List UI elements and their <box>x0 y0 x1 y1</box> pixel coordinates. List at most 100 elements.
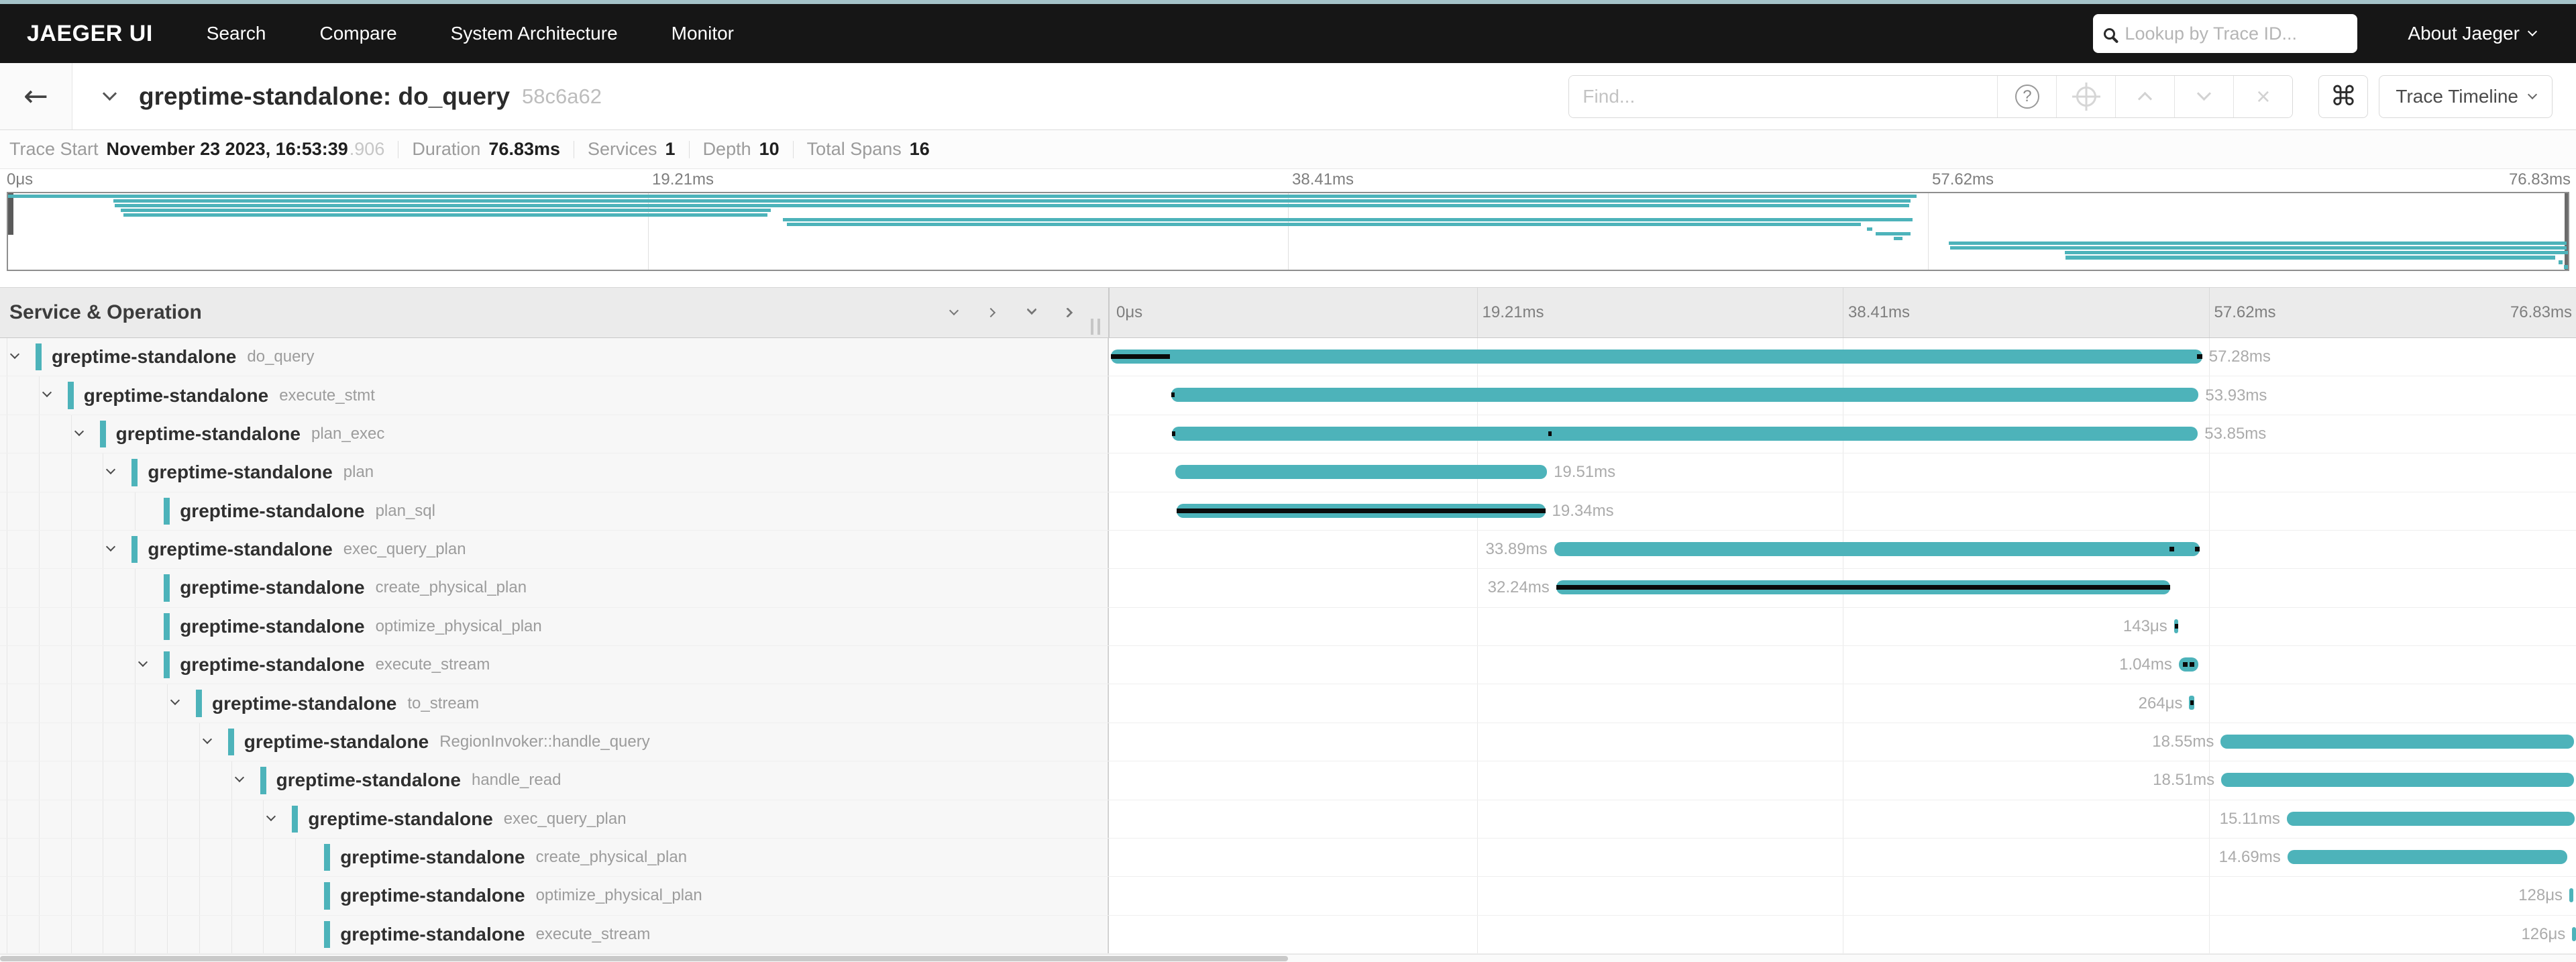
nav-item-search[interactable]: Search <box>207 23 266 44</box>
span-color-accent <box>260 767 266 794</box>
find-input[interactable] <box>1569 76 1997 117</box>
span-row[interactable]: greptime-standaloneexec_query_plan33.89m… <box>0 531 2576 569</box>
span-row[interactable]: greptime-standalonecreate_physical_plan 1… <box>0 839 2576 877</box>
span-bar[interactable] <box>2179 657 2199 672</box>
span-name[interactable]: greptime-standaloneexec_query_plan <box>308 800 626 838</box>
span-duration-label: 14.69ms <box>2219 839 2281 876</box>
span-name[interactable]: greptime-standaloneexec_query_plan <box>148 531 466 568</box>
span-bar[interactable] <box>1175 465 1547 479</box>
horizontal-scrollbar-thumb[interactable] <box>0 956 1288 961</box>
jaeger-logo[interactable]: JAEGER UI <box>27 21 153 47</box>
span-name[interactable]: greptime-standaloneto_stream <box>212 684 479 722</box>
span-row[interactable]: greptime-standaloneexec_query_plan15.11m… <box>0 800 2576 839</box>
nav-item-compare[interactable]: Compare <box>319 23 396 44</box>
expand-chevron-icon[interactable] <box>236 772 243 784</box>
collapse-trace-header-chevron[interactable] <box>103 87 117 101</box>
span-name[interactable]: greptime-standaloneoptimize_physical_pla… <box>180 608 542 645</box>
about-jaeger-menu[interactable]: About Jaeger <box>2408 23 2536 44</box>
span-bar[interactable] <box>1111 350 2202 364</box>
minimap-right-scrubber[interactable] <box>2565 193 2568 270</box>
trace-id-lookup-input[interactable] <box>2125 23 2347 44</box>
expand-chevron-icon[interactable] <box>107 464 114 476</box>
crosshair-icon <box>2076 87 2096 107</box>
find-next-button[interactable] <box>2174 76 2233 117</box>
span-row[interactable]: greptime-standaloneexecute_stmt53.93ms <box>0 376 2576 415</box>
back-button[interactable]: ← <box>0 63 72 129</box>
span-row[interactable]: greptime-standaloneoptimize_physical_pla… <box>0 877 2576 915</box>
tree-guide-line <box>135 839 136 876</box>
critical-path-segment <box>1172 431 1175 436</box>
expand-chevron-icon[interactable] <box>107 541 114 553</box>
minimap-left-scrubber[interactable] <box>8 193 13 235</box>
trace-minimap[interactable] <box>7 192 2569 271</box>
tree-guide-line <box>71 453 72 491</box>
tree-guide-line <box>167 684 168 722</box>
span-name[interactable]: greptime-standaloneexecute_stream <box>180 646 490 684</box>
tree-guide-line <box>199 916 200 953</box>
column-resize-handle[interactable] <box>1091 319 1100 335</box>
span-name[interactable]: greptime-standalonecreate_physical_plan <box>180 569 527 606</box>
span-name[interactable]: greptime-standaloneoptimize_physical_pla… <box>340 877 702 914</box>
span-name[interactable]: greptime-standalonehandle_read <box>276 761 561 799</box>
span-row[interactable]: greptime-standaloneexecute_stream1.04ms <box>0 646 2576 684</box>
collapse-one-level-icon[interactable] <box>1022 303 1041 322</box>
nav-item-system-architecture[interactable]: System Architecture <box>451 23 618 44</box>
span-name[interactable]: greptime-standaloneplan <box>148 453 374 491</box>
span-name[interactable]: greptime-standalonecreate_physical_plan <box>340 839 687 876</box>
trace-view-selector[interactable]: Trace Timeline <box>2379 75 2553 118</box>
expand-all-icon[interactable] <box>1061 303 1080 322</box>
minimap-tick-label: 38.41ms <box>1292 170 1354 189</box>
span-bar[interactable] <box>1171 388 2199 402</box>
span-name[interactable]: greptime-standaloneexecute_stream <box>340 916 650 953</box>
tree-guide-line <box>135 877 136 914</box>
expand-chevron-icon[interactable] <box>11 349 18 361</box>
tree-guide-line <box>231 800 232 838</box>
span-name[interactable]: greptime-standalonedo_query <box>52 338 314 376</box>
keyboard-shortcuts-button[interactable]: ⌘ <box>2318 75 2368 118</box>
expand-chevron-icon[interactable] <box>44 387 50 399</box>
span-row[interactable]: greptime-standaloneto_stream264μs <box>0 684 2576 723</box>
span-bar[interactable] <box>1554 542 2200 556</box>
span-row[interactable]: greptime-standalonedo_query57.28ms <box>0 338 2576 376</box>
span-bar[interactable] <box>1172 427 2198 441</box>
span-name[interactable]: greptime-standaloneplan_sql <box>180 492 435 530</box>
span-bar[interactable] <box>2221 773 2574 787</box>
expand-chevron-icon[interactable] <box>140 657 146 669</box>
expand-chevron-icon[interactable] <box>268 811 274 823</box>
span-bar[interactable] <box>2288 850 2567 864</box>
span-row[interactable]: greptime-standaloneplan19.51ms <box>0 453 2576 492</box>
span-bar[interactable] <box>2220 735 2574 749</box>
span-row[interactable]: greptime-standaloneRegionInvoker::handle… <box>0 723 2576 761</box>
span-name[interactable]: greptime-standaloneRegionInvoker::handle… <box>244 723 650 761</box>
tree-guide-line <box>199 839 200 876</box>
nav-item-monitor[interactable]: Monitor <box>672 23 734 44</box>
find-clear-button[interactable]: × <box>2233 76 2292 117</box>
collapse-all-icon[interactable] <box>945 303 963 322</box>
span-bar[interactable] <box>2572 927 2576 941</box>
tree-guide-line <box>39 646 40 684</box>
trace-title: greptime-standalone: do_query <box>139 83 510 111</box>
span-service-name: greptime-standalone <box>148 539 332 560</box>
span-row[interactable]: greptime-standalonehandle_read18.51ms <box>0 761 2576 800</box>
find-prev-button[interactable] <box>2115 76 2174 117</box>
span-bar[interactable] <box>2287 812 2575 826</box>
span-name[interactable]: greptime-standaloneplan_exec <box>116 415 385 453</box>
span-row[interactable]: greptime-standaloneplan_sql19.34ms <box>0 492 2576 531</box>
span-name[interactable]: greptime-standaloneexecute_stmt <box>84 376 375 414</box>
expand-chevron-icon[interactable] <box>172 695 178 707</box>
span-bar[interactable] <box>2569 888 2573 902</box>
tree-guide-line <box>167 761 168 799</box>
span-color-accent <box>324 882 330 909</box>
span-row[interactable]: greptime-standalonecreate_physical_plan 3… <box>0 569 2576 607</box>
expand-chevron-icon[interactable] <box>76 426 83 438</box>
span-duration-label: 32.24ms <box>1488 569 1550 606</box>
span-row[interactable]: greptime-standaloneplan_exec53.85ms <box>0 415 2576 453</box>
span-row[interactable]: greptime-standaloneoptimize_physical_pla… <box>0 608 2576 646</box>
expand-one-level-icon[interactable] <box>983 303 1002 322</box>
expand-chevron-icon[interactable] <box>204 734 211 746</box>
focus-span-button[interactable] <box>2056 76 2115 117</box>
span-row[interactable]: greptime-standaloneexecute_stream126μs <box>0 916 2576 954</box>
minimap-span-bar <box>1950 246 2567 250</box>
minimap-span-bar <box>8 195 1917 198</box>
find-help-button[interactable]: ? <box>1997 76 2056 117</box>
